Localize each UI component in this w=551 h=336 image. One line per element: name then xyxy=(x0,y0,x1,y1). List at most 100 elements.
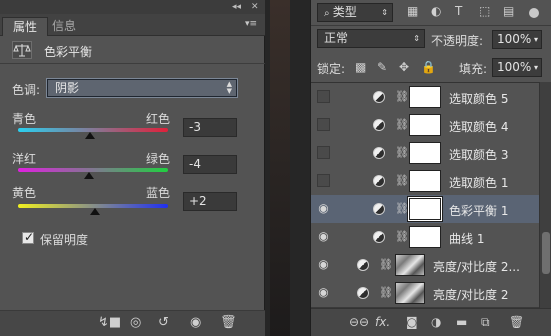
layer-mask-thumbnail[interactable] xyxy=(409,114,441,136)
link-icon[interactable]: ⊖⊖ xyxy=(349,315,369,329)
close-icon[interactable]: ✕ xyxy=(251,1,259,13)
layer-mask-thumbnail[interactable] xyxy=(409,142,441,164)
link-icon[interactable]: ⛓ xyxy=(395,146,409,159)
visibility-toggle[interactable] xyxy=(317,146,330,159)
adjustment-layer-icon xyxy=(373,203,385,215)
new-layer-icon[interactable]: ⧉ xyxy=(481,315,490,330)
trash-icon[interactable]: 🗑 xyxy=(509,315,524,329)
adjustment-filter-icon[interactable]: ◐ xyxy=(431,4,441,18)
eye-icon[interactable]: ◉ xyxy=(190,316,201,330)
magenta-green-slider-thumb[interactable] xyxy=(83,172,94,179)
opacity-input[interactable]: 100% ▾ xyxy=(492,30,542,49)
slider-yellow-label: 黄色 xyxy=(12,186,37,200)
layer-name[interactable]: 选取颜色 4 xyxy=(449,118,508,135)
link-icon[interactable]: ⛓ xyxy=(379,286,393,299)
layer-row[interactable]: ⛓ 选取颜色 5 xyxy=(311,83,539,112)
yellow-blue-value[interactable]: +2 xyxy=(183,192,237,211)
preserve-luminosity-checkbox[interactable]: ✓ xyxy=(22,230,35,244)
mask-icon[interactable]: ◙ xyxy=(406,315,418,329)
layer-row[interactable]: ◉ ⛓ 色彩平衡 1 xyxy=(311,195,539,224)
dropdown-icon: ▾ xyxy=(533,63,538,72)
lock-label: 锁定: xyxy=(317,62,346,76)
layer-name[interactable]: 曲线 1 xyxy=(449,230,484,247)
eye-icon[interactable]: ◉ xyxy=(317,230,330,243)
preserve-luminosity-label: 保留明度 xyxy=(40,233,89,247)
layer-row[interactable]: ⛓ 选取颜色 3 xyxy=(311,139,539,168)
dropdown-icon: ▾ xyxy=(533,35,538,44)
lock-icon[interactable]: 🔒 xyxy=(421,60,436,74)
layer-row[interactable]: ◉ ⛓ 亮度/对比度 2... xyxy=(311,251,539,280)
layers-bottom-bar: ⊖⊖ fx. ◙ ◑ ▬ ⧉ 🗑 xyxy=(311,308,551,336)
link-icon[interactable]: ⛓ xyxy=(395,230,409,243)
layer-name[interactable]: 色彩平衡 1 xyxy=(449,202,508,219)
adjustment-layer-icon xyxy=(373,147,385,159)
pixel-filter-icon[interactable]: ▦ xyxy=(407,4,418,18)
visibility-toggle[interactable] xyxy=(317,118,330,131)
eye-icon[interactable]: ◉ xyxy=(317,202,330,215)
trash-icon[interactable]: 🗑 xyxy=(220,316,237,330)
layer-mask-thumbnail[interactable] xyxy=(409,226,441,248)
adjustment-layer-icon xyxy=(373,91,385,103)
adjustment-layer-icon xyxy=(373,175,385,187)
link-icon[interactable]: ⛓ xyxy=(395,118,409,131)
select-arrows-icon: ⇕ xyxy=(381,8,388,17)
blend-mode-select[interactable]: 正常 ⇕ xyxy=(317,29,425,48)
cyan-red-slider-thumb[interactable] xyxy=(85,132,95,139)
layer-name[interactable]: 亮度/对比度 2 xyxy=(433,286,509,303)
adjustment-layer-icon xyxy=(357,259,369,271)
layer-thumbnail[interactable] xyxy=(395,282,425,304)
layer-row[interactable]: ◉ ⛓ 曲线 1 xyxy=(311,223,539,252)
layer-name[interactable]: 选取颜色 5 xyxy=(449,90,508,107)
layers-panel: ⌕ 类型 ⇕ ▦ ◐ T ⬚ ▤ 正常 ⇕ 不透明度: 100% ▾ 锁定: ▩ ✎… xyxy=(310,0,551,336)
tone-select[interactable]: 阴影 ▲ ▼ xyxy=(46,78,238,98)
eye-icon[interactable]: ◉ xyxy=(317,286,330,299)
clip-to-layer-icon[interactable]: ↯■ xyxy=(98,316,121,330)
folder-icon[interactable]: ▬ xyxy=(456,315,467,329)
yellow-blue-slider-thumb[interactable] xyxy=(89,208,100,215)
shape-filter-icon[interactable]: ⬚ xyxy=(479,4,490,18)
scrollbar-thumb[interactable] xyxy=(542,232,550,274)
panel-menu-icon[interactable]: ▾≡ xyxy=(245,19,257,29)
adjustment-title: 色彩平衡 xyxy=(44,45,93,59)
fill-input[interactable]: 100% ▾ xyxy=(492,58,542,77)
link-icon[interactable]: ⛓ xyxy=(395,174,409,187)
layer-name[interactable]: 亮度/对比度 2... xyxy=(433,258,520,275)
layer-mask-thumbnail[interactable] xyxy=(409,86,441,108)
tab-info[interactable]: 信息 xyxy=(42,17,86,36)
layer-name[interactable]: 选取颜色 3 xyxy=(449,146,508,163)
adjustment-header: 色彩平衡 xyxy=(0,36,265,64)
checkmark-icon: ✓ xyxy=(24,230,35,244)
filter-toggle-icon[interactable] xyxy=(529,8,539,18)
lock-image-icon[interactable]: ✎ xyxy=(377,60,387,74)
lock-position-icon[interactable]: ✥ xyxy=(399,60,409,74)
smart-object-filter-icon[interactable]: ▤ xyxy=(503,4,514,18)
link-icon[interactable]: ⛓ xyxy=(379,258,393,271)
search-icon: ⌕ xyxy=(324,8,333,19)
layer-thumbnail[interactable] xyxy=(395,254,425,276)
magenta-green-value[interactable]: -4 xyxy=(183,155,237,174)
link-icon[interactable]: ⛓ xyxy=(395,90,409,103)
visibility-toggle[interactable] xyxy=(317,90,330,103)
layer-filter-select[interactable]: ⌕ 类型 ⇕ xyxy=(317,3,393,22)
canvas-edge xyxy=(270,0,290,336)
reset-icon[interactable]: ↺ xyxy=(158,316,169,330)
fx-icon[interactable]: fx. xyxy=(375,315,390,329)
adjustment-layer-icon xyxy=(373,231,385,243)
layer-row[interactable]: ⛓ 选取颜色 4 xyxy=(311,111,539,140)
eye-icon[interactable]: ◉ xyxy=(317,258,330,271)
layers-scrollbar[interactable] xyxy=(539,82,551,308)
layer-mask-thumbnail[interactable] xyxy=(409,170,441,192)
view-previous-icon[interactable]: ◎ xyxy=(130,316,141,330)
layer-row[interactable]: ◉ ⛓ 亮度/对比度 2 xyxy=(311,279,539,308)
layer-mask-thumbnail[interactable] xyxy=(409,198,441,220)
visibility-toggle[interactable] xyxy=(317,174,330,187)
collapse-icon[interactable]: ◂◂ xyxy=(232,1,241,13)
new-adjustment-icon[interactable]: ◑ xyxy=(431,315,441,329)
layer-row[interactable]: ⛓ 选取颜色 1 xyxy=(311,167,539,196)
layer-name[interactable]: 选取颜色 1 xyxy=(449,174,508,191)
cyan-red-value[interactable]: -3 xyxy=(183,118,237,137)
link-icon[interactable]: ⛓ xyxy=(395,202,409,215)
slider-red-label: 红色 xyxy=(146,112,171,126)
lock-transparent-icon[interactable]: ▩ xyxy=(355,60,366,74)
type-filter-icon[interactable]: T xyxy=(455,4,462,18)
